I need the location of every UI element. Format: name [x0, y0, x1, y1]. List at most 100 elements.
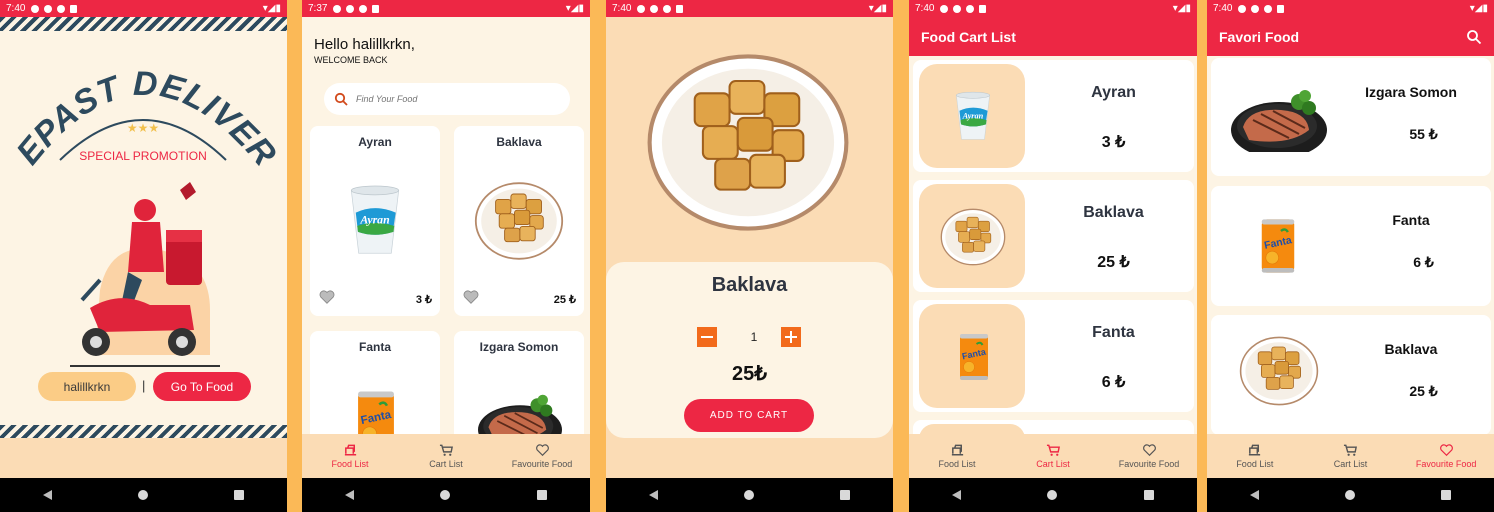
food-card[interactable]: Fanta [310, 331, 440, 451]
food-card[interactable]: Izgara Somon [454, 331, 584, 451]
food-name: Izgara Somon [479, 340, 559, 354]
cart-item[interactable]: Baklava 25 ₺ [913, 180, 1194, 292]
recents-icon[interactable] [536, 490, 547, 500]
home-icon[interactable] [1345, 490, 1355, 500]
cart-icon [1046, 444, 1060, 456]
increase-button[interactable] [781, 327, 801, 347]
item-thumbnail [919, 304, 1025, 408]
back-icon[interactable] [345, 490, 355, 500]
nav-label: Favourite Food [1415, 459, 1477, 469]
food-list-icon [1249, 444, 1261, 456]
food-name: Fanta [358, 340, 391, 354]
home-icon[interactable] [138, 490, 148, 500]
food-price: 3 ₺ [415, 294, 432, 306]
delivery-scooter-illustration [70, 182, 220, 367]
nav-label: Cart List [1036, 459, 1070, 469]
cart-item[interactable]: Ayran 3 ₺ [913, 60, 1194, 172]
nav-cart-list[interactable]: Cart List [1005, 434, 1101, 478]
heart-icon [1439, 444, 1453, 457]
food-price: 25₺ [732, 363, 767, 385]
signal-battery-icon: ▾◢▮ [565, 3, 584, 14]
favorites-screen: 7:40 ▾◢▮ Favori Food Izgara Somon 55 ₺ F… [1207, 0, 1494, 512]
search-input[interactable] [356, 94, 536, 104]
back-icon[interactable] [649, 490, 658, 500]
back-icon[interactable] [952, 490, 962, 500]
nav-label: Food List [331, 459, 369, 469]
nav-food-list[interactable]: Food List [1207, 434, 1303, 478]
nav-favourite[interactable]: Favourite Food [1398, 434, 1494, 478]
nav-favourite[interactable]: Favourite Food [494, 434, 590, 478]
nav-label: Favourite Food [511, 459, 573, 469]
signal-battery-icon: ▾◢▮ [868, 3, 887, 14]
fanta-can-image [959, 333, 989, 381]
nav-food-list[interactable]: Food List [302, 434, 398, 478]
nav-cart-list[interactable]: Cart List [398, 434, 494, 478]
food-card[interactable]: Ayran 3 ₺ [310, 126, 440, 316]
nav-label: Food List [1236, 459, 1274, 469]
home-icon[interactable] [1047, 490, 1058, 500]
status-icons [31, 4, 78, 13]
status-bar: 7:40 ▾◢▮ [909, 0, 1197, 17]
back-icon[interactable] [1250, 490, 1259, 500]
favorite-item[interactable]: Izgara Somon 55 ₺ [1211, 58, 1491, 176]
system-nav-bar [0, 478, 287, 512]
food-card[interactable]: Baklava 25 ₺ [454, 126, 584, 316]
food-name: Ayran [358, 135, 392, 149]
nav-food-list[interactable]: Food List [909, 434, 1005, 478]
food-list-icon [951, 444, 963, 456]
item-price: 3 ₺ [1101, 134, 1126, 151]
item-name: Fanta [1392, 212, 1430, 228]
back-icon[interactable] [43, 490, 52, 500]
bottom-navigation: Food List Cart List Favourite Food [909, 434, 1197, 478]
search-bar[interactable] [324, 83, 570, 115]
heart-icon[interactable] [318, 288, 336, 306]
app-bar: Food Cart List [909, 17, 1197, 56]
status-bar: 7:37 ▾◢▮ [302, 0, 590, 17]
nav-cart-list[interactable]: Cart List [1303, 434, 1399, 478]
stars-icon: ★★★ [127, 121, 159, 135]
stripe-border-top [0, 17, 287, 31]
signal-battery-icon: ▾◢▮ [262, 3, 281, 14]
item-thumbnail [919, 184, 1025, 288]
status-time: 7:40 [1213, 3, 1233, 14]
go-to-food-button[interactable]: Go To Food [153, 372, 251, 401]
recents-icon[interactable] [840, 490, 850, 500]
cart-icon [1343, 444, 1357, 456]
add-to-cart-button[interactable]: ADD TO CART [684, 399, 814, 432]
food-price: 25 ₺ [553, 294, 576, 306]
nav-label: Food List [938, 459, 976, 469]
favorite-item[interactable]: Baklava 25 ₺ [1211, 315, 1491, 435]
system-nav-bar [606, 478, 893, 512]
promo-text: SPECIAL PROMOTION [79, 149, 207, 163]
home-icon[interactable] [744, 490, 754, 500]
recents-icon[interactable] [234, 490, 244, 500]
recents-icon[interactable] [1441, 490, 1451, 500]
heart-icon [535, 444, 549, 457]
status-bar: 7:40 ▾◢▮ [606, 0, 893, 17]
item-thumbnail [919, 64, 1025, 168]
item-name: Izgara Somon [1365, 84, 1457, 100]
nav-favourite[interactable]: Favourite Food [1101, 434, 1197, 478]
status-icons [333, 4, 380, 13]
status-icons [637, 4, 684, 13]
food-name: Baklava [711, 274, 788, 296]
salmon-image [1230, 89, 1328, 152]
baklava-image [632, 40, 864, 245]
status-time: 7:40 [612, 3, 632, 14]
welcome-text: WELCOME BACK [314, 55, 388, 65]
username-chip: halillkrkn [38, 372, 136, 401]
cart-item[interactable]: Fanta 6 ₺ [913, 300, 1194, 412]
item-name: Ayran [1091, 84, 1136, 101]
search-icon[interactable] [1466, 29, 1482, 45]
heart-icon[interactable] [462, 288, 480, 306]
system-nav-bar [909, 478, 1197, 512]
recents-icon[interactable] [1143, 490, 1154, 500]
fanta-can-image [1260, 218, 1296, 274]
search-icon [334, 92, 348, 106]
item-name: Fanta [1092, 324, 1135, 341]
home-icon[interactable] [440, 490, 451, 500]
baklava-image [474, 182, 564, 260]
status-bar: 7:40 ▾◢▮ [0, 0, 287, 17]
decrease-button[interactable] [697, 327, 717, 347]
favorite-item[interactable]: Fanta 6 ₺ [1211, 186, 1491, 306]
